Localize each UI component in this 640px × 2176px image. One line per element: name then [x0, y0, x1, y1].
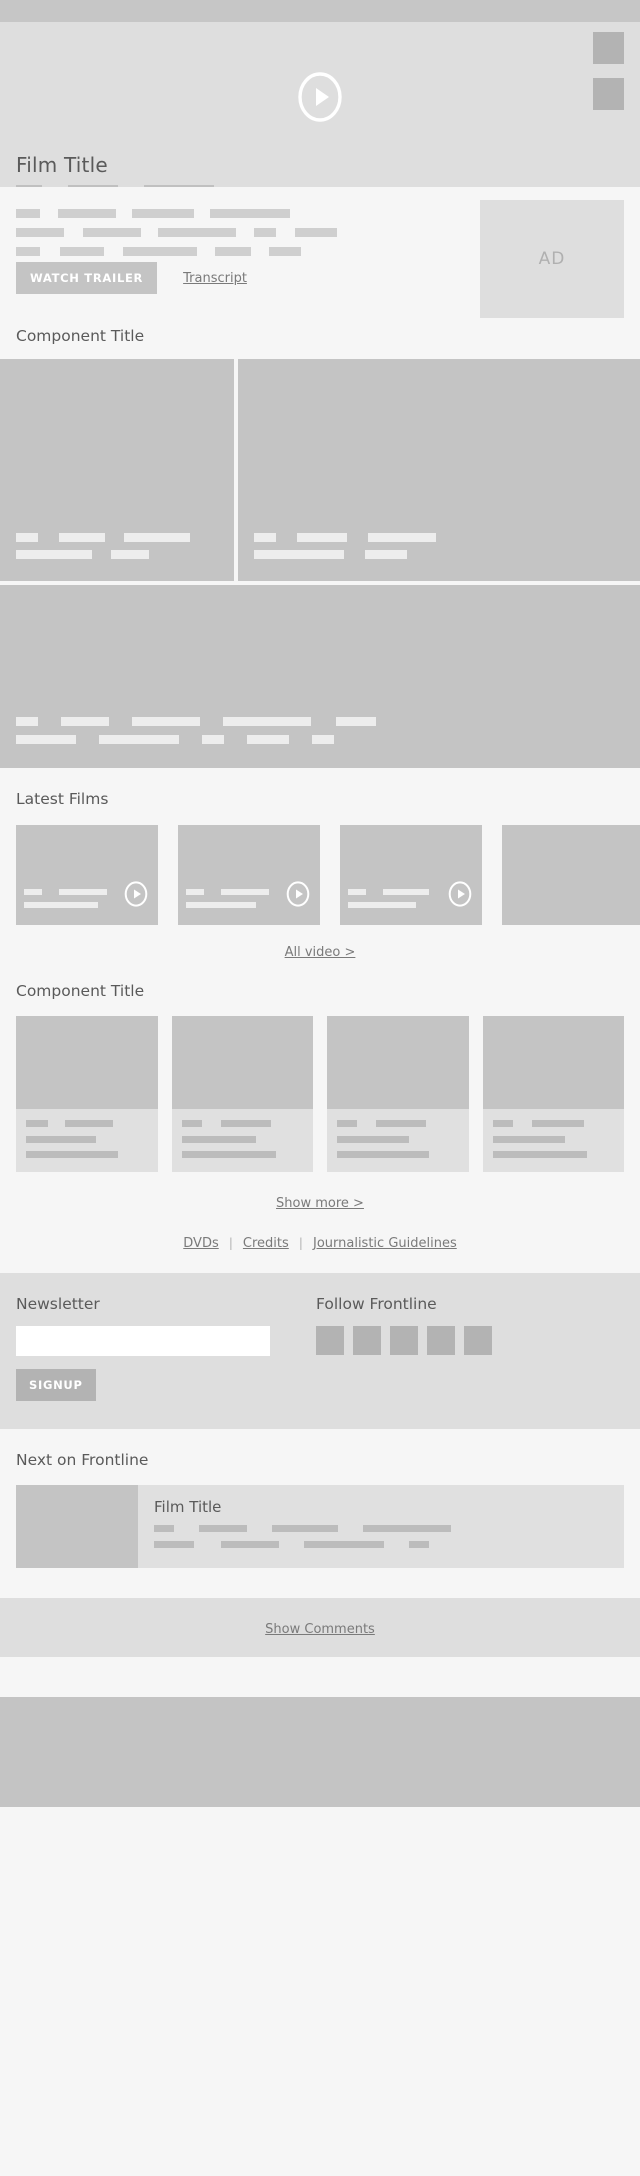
article-card[interactable] [171, 1016, 313, 1172]
newsletter-heading: Newsletter [16, 1295, 100, 1313]
transcript-link[interactable]: Transcript [183, 271, 247, 286]
next-film-thumbnail [16, 1485, 138, 1568]
show-comments-link[interactable]: Show Comments [265, 1622, 375, 1637]
intro-section: WATCH TRAILER Transcript AD [0, 187, 640, 327]
feature-card-right[interactable] [238, 359, 640, 581]
hero-video-section[interactable]: Film Title [0, 22, 640, 192]
bookmark-button[interactable] [593, 78, 624, 110]
watch-trailer-button[interactable]: WATCH TRAILER [16, 262, 158, 294]
video-card-partial[interactable] [502, 825, 640, 925]
newsletter-section: Newsletter SIGNUP Follow Frontline [0, 1273, 640, 1429]
article-card-image [16, 1016, 158, 1109]
feature-card-wide[interactable] [0, 585, 640, 768]
feature-card-wide-text [16, 717, 377, 744]
component-section-two-title: Component Title [16, 982, 145, 1000]
two-card-strip [0, 359, 640, 581]
play-circle-icon[interactable] [448, 881, 472, 907]
footer-links: DVDs | Credits | Journalistic Guidelines [0, 1235, 640, 1251]
footer-link-separator: | [298, 1235, 303, 1250]
next-film-title: Film Title [154, 1498, 222, 1516]
article-card-body [327, 1109, 469, 1172]
newsletter-signup-button[interactable]: SIGNUP [16, 1369, 96, 1401]
intro-text-placeholder [16, 209, 338, 256]
video-card[interactable] [16, 825, 158, 925]
instagram-icon[interactable] [427, 1326, 455, 1355]
feature-card-left[interactable] [0, 359, 234, 581]
article-card-body [482, 1109, 624, 1172]
top-navigation-bar[interactable] [0, 0, 640, 22]
component-section-one-title: Component Title [16, 327, 145, 345]
newsletter-signup-block: Newsletter SIGNUP [16, 1295, 286, 1401]
show-more-link-wrap: Show more > [0, 1192, 640, 1211]
video-card-text [186, 888, 270, 908]
video-card[interactable] [178, 825, 320, 925]
article-card[interactable] [16, 1016, 158, 1172]
next-film-body: Film Title [138, 1485, 624, 1568]
feature-card-right-text [254, 533, 437, 559]
rss-icon[interactable] [464, 1326, 492, 1355]
youtube-icon[interactable] [390, 1326, 418, 1355]
footer-link-separator: | [228, 1235, 233, 1250]
latest-films-section: Latest Films All video > [0, 768, 640, 960]
advertisement-slot[interactable]: AD [480, 200, 624, 318]
facebook-icon[interactable] [316, 1326, 344, 1355]
next-on-frontline-section: Next on Frontline Film Title [0, 1429, 640, 1598]
footer-link-dvds[interactable]: DVDs [183, 1236, 218, 1251]
play-circle-icon[interactable] [297, 71, 343, 123]
feature-card-left-text [16, 533, 191, 559]
all-video-link[interactable]: All video > [285, 945, 356, 960]
article-card-body [16, 1109, 158, 1172]
all-video-link-wrap: All video > [0, 941, 640, 960]
footer-link-credits[interactable]: Credits [243, 1236, 289, 1251]
next-film-card[interactable]: Film Title [16, 1485, 624, 1568]
follow-block: Follow Frontline [316, 1295, 492, 1401]
component-section-two: Component Title Show more > DVDs | Credi… [0, 960, 640, 1251]
comments-section: Show Comments [0, 1598, 640, 1657]
article-card-body [171, 1109, 313, 1172]
article-card-image [482, 1016, 624, 1109]
article-card[interactable] [482, 1016, 624, 1172]
footer-link-journalistic-guidelines[interactable]: Journalistic Guidelines [313, 1236, 457, 1251]
cta-row: WATCH TRAILER Transcript [16, 262, 247, 294]
play-circle-icon[interactable] [124, 881, 148, 907]
social-icon-row [316, 1326, 492, 1355]
latest-films-carousel[interactable] [0, 825, 640, 925]
next-on-frontline-heading: Next on Frontline [16, 1451, 149, 1469]
share-button[interactable] [593, 32, 624, 64]
newsletter-email-input[interactable] [16, 1326, 270, 1356]
article-card[interactable] [327, 1016, 469, 1172]
page-footer [0, 1697, 640, 1807]
video-card-text [24, 888, 108, 908]
article-card-image [327, 1016, 469, 1109]
show-more-link[interactable]: Show more > [276, 1196, 364, 1211]
hero-film-title: Film Title [16, 153, 108, 177]
article-card-grid [0, 1016, 640, 1172]
video-card-text [348, 888, 430, 908]
bottom-spacer [0, 1657, 640, 1697]
play-circle-icon[interactable] [286, 881, 310, 907]
article-card-image [171, 1016, 313, 1109]
twitter-icon[interactable] [353, 1326, 381, 1355]
component-section-one: Component Title [0, 327, 640, 768]
latest-films-title: Latest Films [16, 790, 109, 808]
follow-frontline-heading: Follow Frontline [316, 1295, 437, 1313]
video-card[interactable] [340, 825, 482, 925]
hero-side-buttons [593, 32, 624, 110]
